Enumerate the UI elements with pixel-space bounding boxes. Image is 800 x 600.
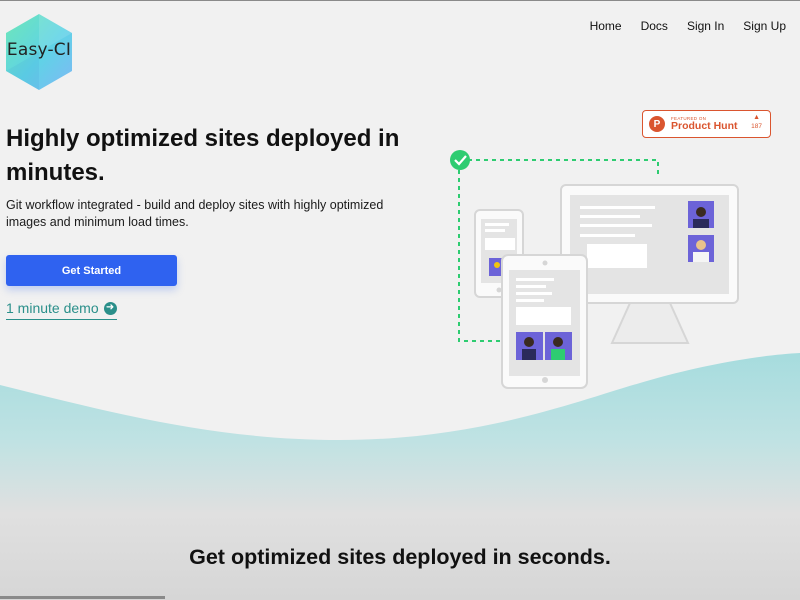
product-hunt-badge[interactable]: P FEATURED ON Product Hunt ▲ 187	[642, 110, 771, 138]
check-circle-icon	[450, 150, 470, 170]
nav-docs[interactable]: Docs	[641, 19, 668, 33]
horizontal-scrollbar[interactable]	[0, 596, 165, 599]
nav-home[interactable]: Home	[590, 19, 622, 33]
product-hunt-logo-icon: P	[649, 116, 665, 132]
logo-text: Easy-CI	[6, 40, 72, 60]
get-started-button[interactable]: Get Started	[6, 255, 177, 286]
nav-sign-in[interactable]: Sign In	[687, 19, 724, 33]
demo-link[interactable]: 1 minute demo ➜	[6, 300, 117, 320]
hero-subtext: Git workflow integrated - build and depl…	[6, 198, 384, 229]
top-nav: Home Docs Sign In Sign Up	[590, 19, 786, 33]
nav-sign-up[interactable]: Sign Up	[743, 19, 786, 33]
upvote-arrow-icon: ▲	[753, 114, 761, 121]
badge-name: Product Hunt	[671, 120, 738, 132]
badge-votes: ▲ 187	[751, 114, 762, 131]
arrow-right-circle-icon: ➜	[103, 301, 117, 315]
top-border	[0, 0, 800, 1]
dashed-connector	[468, 159, 659, 178]
logo[interactable]: Easy-CI	[4, 13, 74, 91]
badge-vote-count: 187	[751, 123, 762, 130]
demo-link-label: 1 minute demo	[6, 300, 99, 316]
section-title: Get optimized sites deployed in seconds.	[189, 545, 611, 569]
hero-headline: Highly optimized sites deployed in minut…	[6, 125, 400, 186]
